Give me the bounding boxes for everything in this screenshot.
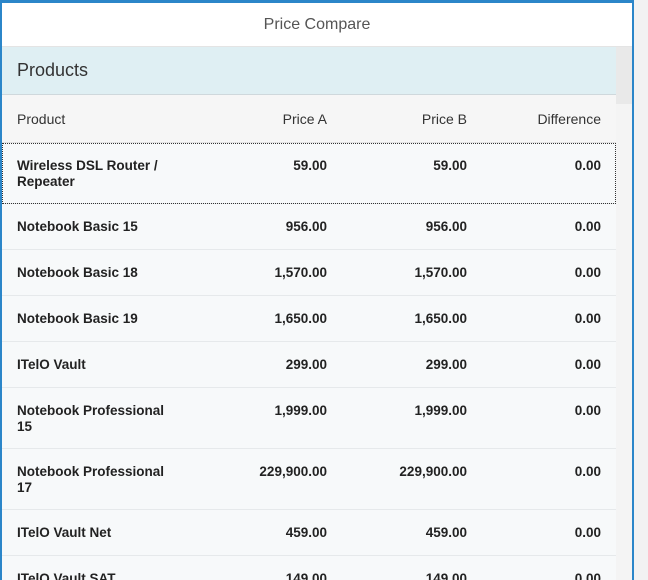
difference: 0.00 [574, 403, 601, 418]
price-b: 299.00 [425, 357, 467, 372]
column-header-price-a: Price A [282, 110, 327, 127]
table-row[interactable]: Notebook Professional 17 229,900.00 229,… [2, 449, 616, 510]
price-a: 149.00 [285, 571, 327, 580]
price-a: 1,999.00 [274, 403, 327, 418]
app-window: Price Compare Products Product Price A P… [0, 0, 634, 580]
price-b: 1,570.00 [414, 265, 467, 280]
table-row[interactable]: Notebook Basic 19 1,650.00 1,650.00 0.00 [2, 296, 616, 342]
product-name: Notebook Basic 15 [17, 219, 138, 234]
product-name: ITelO Vault SAT [17, 571, 116, 580]
table-row[interactable]: Wireless DSL Router / Repeater 59.00 59.… [2, 143, 616, 204]
product-name: Notebook Professional 17 [17, 464, 165, 495]
table-row[interactable]: ITelO Vault Net 459.00 459.00 0.00 [2, 510, 616, 556]
page-title: Price Compare [263, 15, 371, 33]
difference: 0.00 [574, 158, 601, 173]
price-b: 956.00 [425, 219, 467, 234]
table-header: Product Price A Price B Difference [2, 95, 616, 143]
table-row[interactable]: Notebook Basic 18 1,570.00 1,570.00 0.00 [2, 250, 616, 296]
product-name: ITelO Vault Net [17, 525, 112, 540]
price-b: 459.00 [425, 525, 467, 540]
price-b: 59.00 [433, 158, 467, 173]
product-name: ITelO Vault [17, 357, 86, 372]
price-a: 59.00 [293, 158, 327, 173]
difference: 0.00 [574, 219, 601, 234]
window-edge [634, 0, 648, 580]
difference: 0.00 [574, 357, 601, 372]
table-row[interactable]: Notebook Professional 15 1,999.00 1,999.… [2, 388, 616, 449]
difference: 0.00 [574, 525, 601, 540]
product-name: Notebook Professional 15 [17, 403, 165, 434]
difference: 0.00 [574, 571, 601, 580]
difference: 0.00 [574, 265, 601, 280]
column-header-product: Product [17, 110, 66, 127]
column-header-difference: Difference [537, 110, 601, 127]
price-b: 149.00 [425, 571, 467, 580]
product-name: Notebook Basic 18 [17, 265, 138, 280]
products-panel-header: Products [2, 47, 616, 95]
panel-title: Products [17, 60, 89, 80]
scrollbar-thumb[interactable] [616, 104, 632, 580]
price-b: 229,900.00 [399, 464, 467, 479]
products-table-body: Wireless DSL Router / Repeater 59.00 59.… [2, 143, 616, 580]
price-a: 1,650.00 [274, 311, 327, 326]
price-a: 1,570.00 [274, 265, 327, 280]
table-row[interactable]: ITelO Vault 299.00 299.00 0.00 [2, 342, 616, 388]
app-header: Price Compare [2, 3, 632, 47]
difference: 0.00 [574, 311, 601, 326]
price-a: 459.00 [285, 525, 327, 540]
price-b: 1,650.00 [414, 311, 467, 326]
price-a: 956.00 [285, 219, 327, 234]
column-header-price-b: Price B [421, 110, 467, 127]
price-a: 229,900.00 [259, 464, 327, 479]
product-name: Notebook Basic 19 [17, 311, 138, 326]
product-name: Wireless DSL Router / Repeater [17, 158, 158, 189]
price-b: 1,999.00 [414, 403, 467, 418]
table-row[interactable]: ITelO Vault SAT 149.00 149.00 0.00 [2, 556, 616, 580]
price-a: 299.00 [285, 357, 327, 372]
difference: 0.00 [574, 464, 601, 479]
table-row[interactable]: Notebook Basic 15 956.00 956.00 0.00 [2, 204, 616, 250]
